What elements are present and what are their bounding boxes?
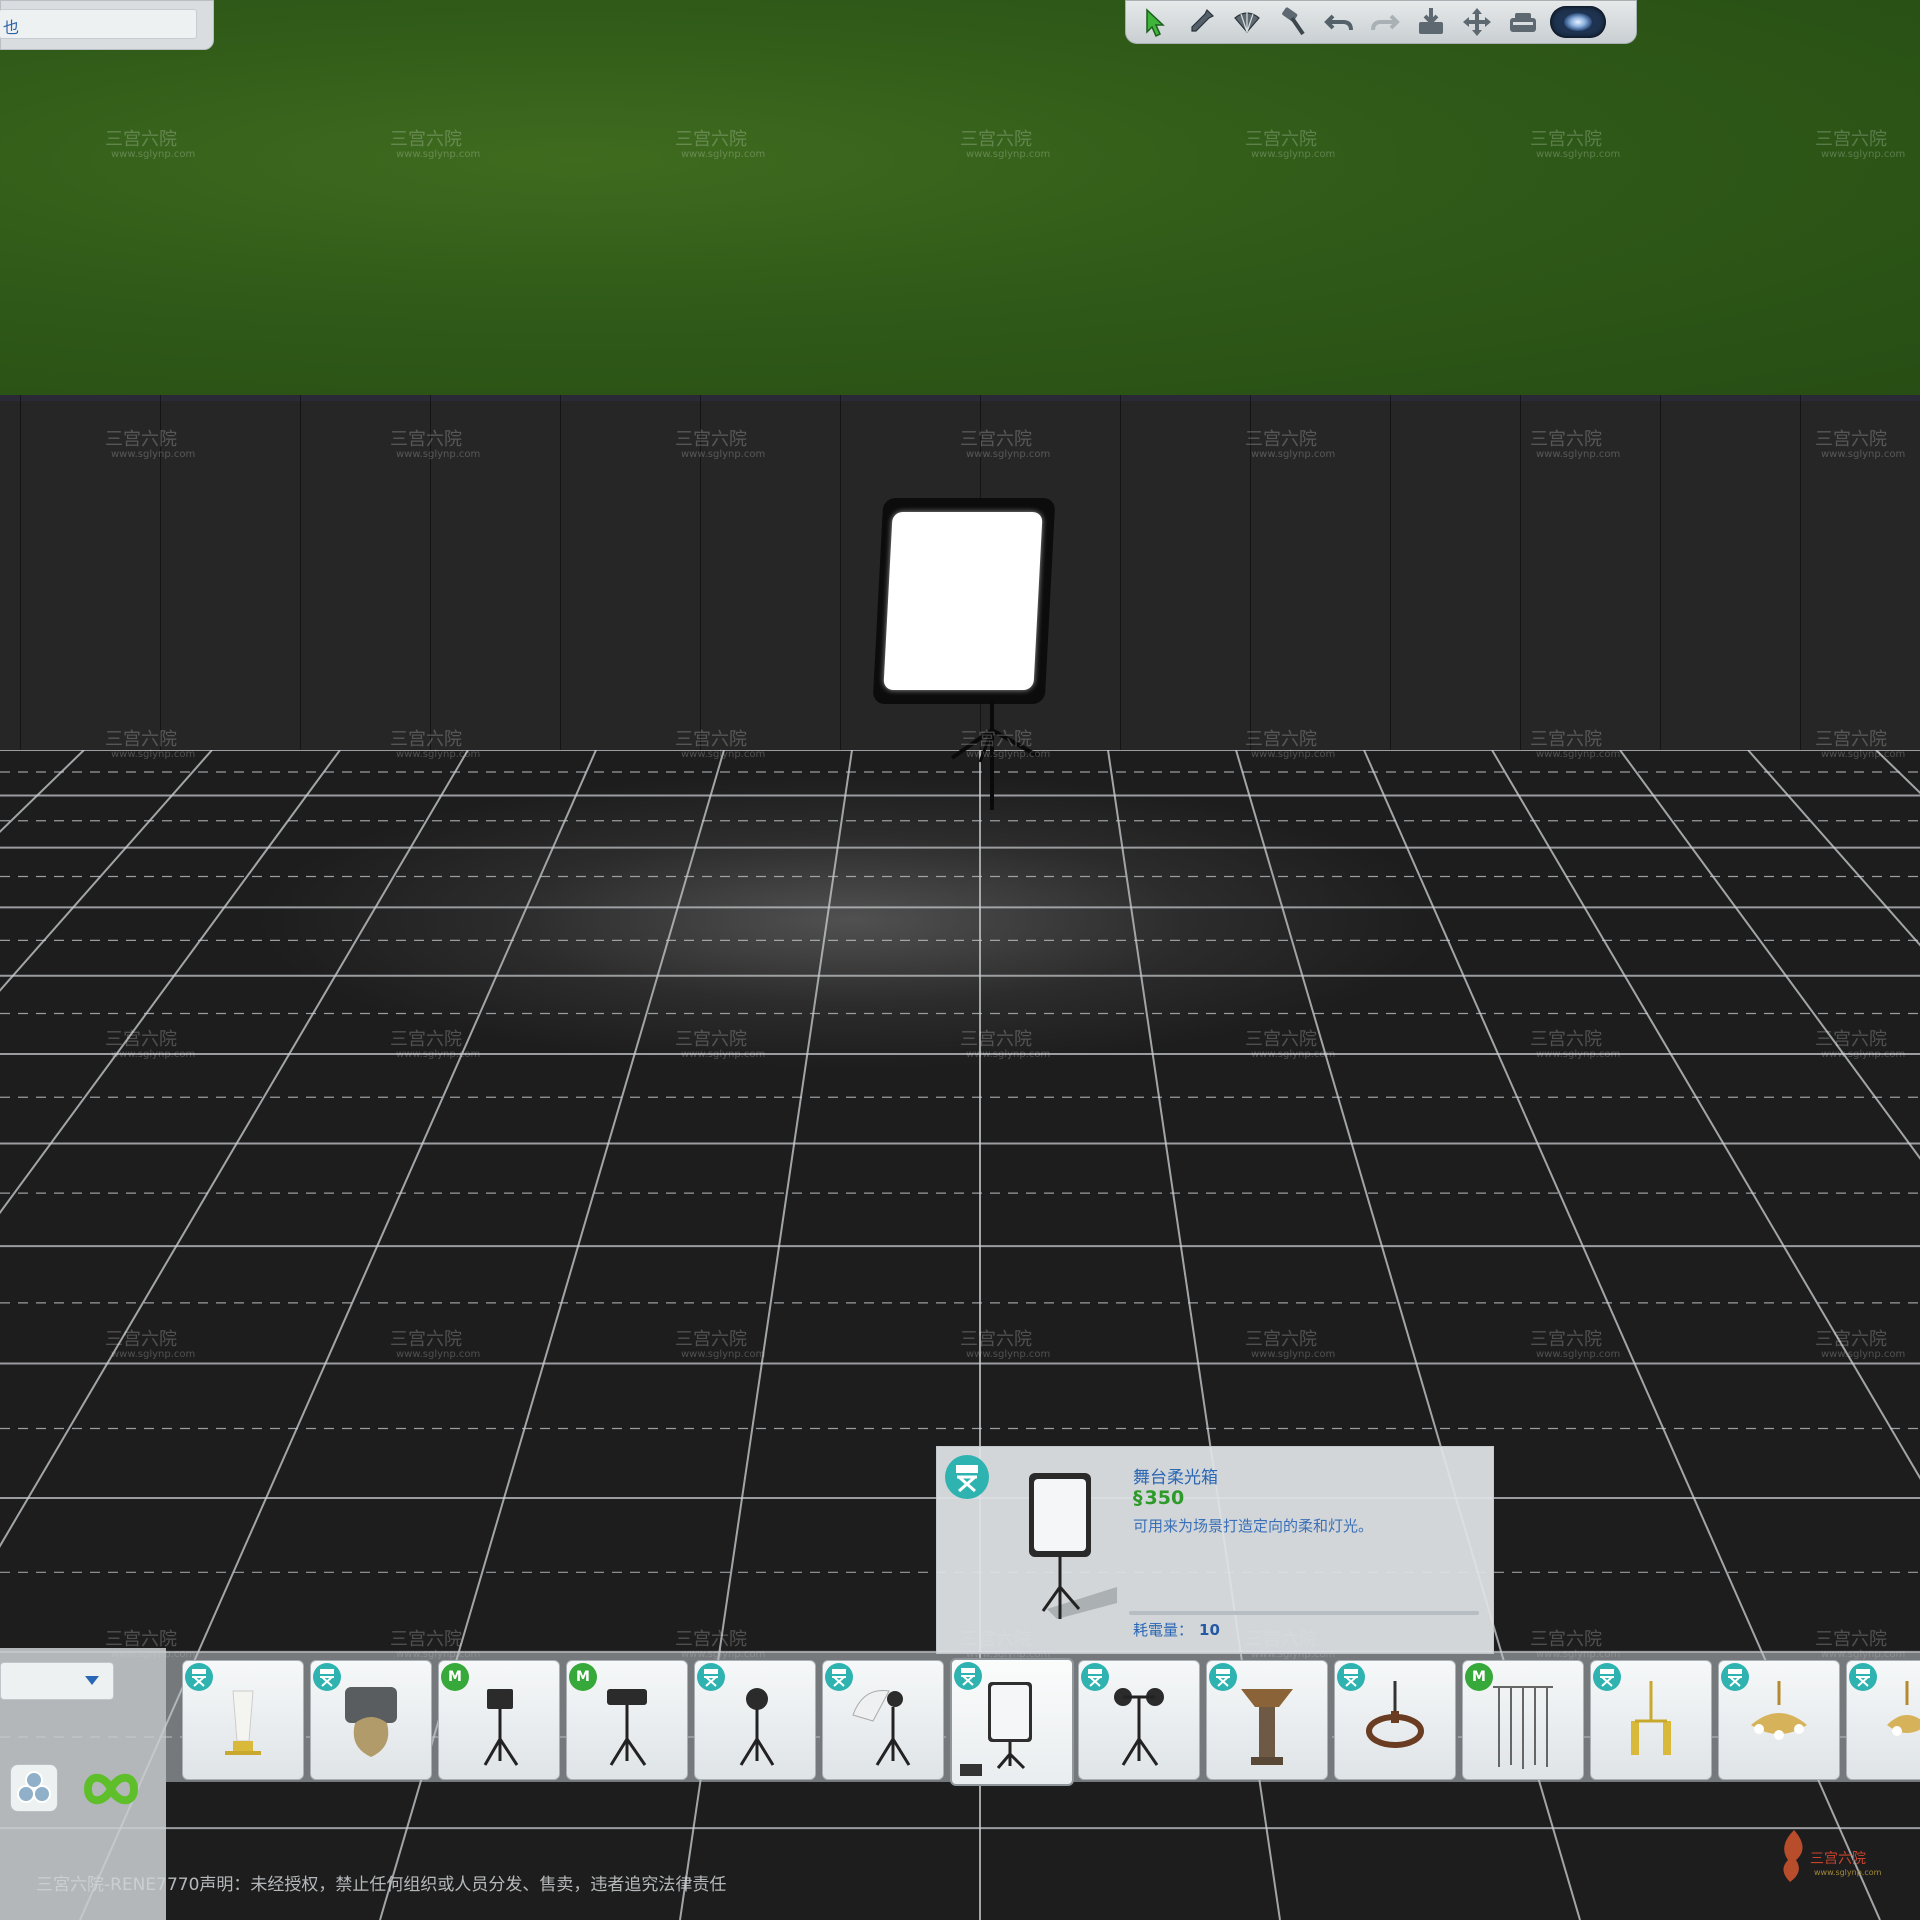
catalog-item-twin-spotlight-stand[interactable] <box>1078 1660 1200 1780</box>
sledgehammer-icon[interactable] <box>1272 3 1314 41</box>
wall-panel-seam <box>1800 395 1801 760</box>
catalog-item-hanging-pipes-light[interactable]: M <box>1462 1660 1584 1780</box>
catalog-item-table-lamp-drum[interactable] <box>310 1660 432 1780</box>
copyright-footer: 三宮六院-RENE7770声明：未经授权，禁止任何组织或人员分发、售卖，违者追究… <box>36 1875 727 1895</box>
wall-panel-seam <box>700 395 701 760</box>
catalog-item-umbrella-light-stand[interactable] <box>822 1660 944 1780</box>
wall-panel-seam <box>20 395 21 760</box>
twin-spotlight-stand-icon <box>1114 1688 1164 1766</box>
barn-door-light-stand-icon <box>607 1689 647 1766</box>
select-arrow-icon[interactable] <box>1134 3 1176 41</box>
object-price: § 350 <box>1133 1487 1184 1509</box>
move-arrows-icon[interactable] <box>1456 3 1498 41</box>
info-divider <box>1129 1611 1479 1615</box>
infinite-money-icon[interactable] <box>82 1764 140 1814</box>
catalog-item-crystal-chandelier[interactable] <box>1718 1660 1840 1780</box>
wall-panel-seam <box>1120 395 1121 760</box>
table-lamp-drum-icon <box>345 1687 397 1757</box>
placed-softbox-object[interactable] <box>872 498 1056 708</box>
save-to-library-icon[interactable] <box>1410 3 1452 41</box>
price-value: 350 <box>1144 1487 1185 1509</box>
catalog-item-led-panel-stand[interactable]: M <box>438 1660 560 1780</box>
top-left-panel: 也 <box>0 0 214 50</box>
undo-icon[interactable] <box>1318 3 1360 41</box>
eyedropper-icon[interactable] <box>1180 3 1222 41</box>
lot-name-field[interactable] <box>0 9 197 39</box>
object-name: 舞台柔光箱 <box>1133 1468 1218 1488</box>
softbox-light-face <box>883 512 1043 690</box>
lawn-background <box>0 0 1920 400</box>
wall-panel-seam <box>840 395 841 760</box>
redo-icon[interactable] <box>1364 3 1406 41</box>
pedestal-torch-lamp-icon <box>1241 1689 1293 1765</box>
wall-panel-seam <box>1250 395 1251 760</box>
gold-chandelier-partial-icon <box>1887 1681 1920 1736</box>
camera-view-icon[interactable] <box>1502 3 1544 41</box>
power-usage: 耗電量： 10 <box>1133 1619 1220 1640</box>
umbrella-light-stand-icon <box>852 1690 911 1766</box>
build-toolbar <box>1125 0 1637 44</box>
catalog-item-chandelier-candle-ring[interactable] <box>1334 1660 1456 1780</box>
wall-panel-seam <box>1390 395 1391 760</box>
gold-sconce-pair-icon <box>1631 1681 1671 1755</box>
design-tool-fan-icon[interactable] <box>1226 3 1268 41</box>
power-label: 耗電量： <box>1133 1621 1194 1639</box>
chandelier-candle-ring-icon <box>1366 1681 1424 1748</box>
director-chair-badge-icon <box>945 1455 989 1499</box>
corner-logo-url: www.sglynp.com <box>1814 1868 1882 1877</box>
wall-panel-seam <box>300 395 301 760</box>
corner-logo: 三宫六院 www.sglynp.com <box>1774 1826 1894 1890</box>
color-swatches-icon <box>17 1771 51 1803</box>
catalog-item-barn-door-light-stand[interactable]: M <box>566 1660 688 1780</box>
object-catalog: MMM <box>166 1652 1920 1786</box>
wall-panel-seam <box>430 395 431 760</box>
crystal-chandelier-icon <box>1751 1681 1807 1740</box>
wall-panel-seam <box>1520 395 1521 760</box>
eye-view-icon[interactable] <box>1548 3 1608 41</box>
object-info-panel: 舞台柔光箱 § 350 可用来为场景打造定向的柔和灯光。 耗電量： 10 <box>936 1446 1494 1654</box>
chevron-down-icon <box>85 1676 99 1685</box>
catalog-item-spotlight-stand[interactable] <box>694 1660 816 1780</box>
wall-panel-seam <box>1660 395 1661 760</box>
wall-panel-seam <box>560 395 561 760</box>
catalog-item-gold-chandelier-partial[interactable] <box>1846 1660 1920 1780</box>
catalog-item-pedestal-torch-lamp[interactable] <box>1206 1660 1328 1780</box>
color-variations-button[interactable] <box>10 1764 58 1812</box>
hanging-pipes-light-icon <box>1493 1686 1553 1769</box>
softbox-thumbnail <box>1029 1473 1117 1619</box>
softbox-stand-icon <box>988 1682 1032 1770</box>
spotlight-stand-icon <box>739 1688 775 1766</box>
catalog-item-floor-lamp-white[interactable] <box>182 1660 304 1780</box>
phoenix-logo-icon <box>1783 1830 1803 1882</box>
softbox-tripod <box>950 700 1039 810</box>
object-description: 可用来为场景打造定向的柔和灯光。 <box>1133 1517 1374 1535</box>
led-panel-stand-icon <box>483 1689 519 1766</box>
floor-lamp-white-icon <box>225 1690 261 1755</box>
catalog-item-gold-sconce-pair[interactable] <box>1590 1660 1712 1780</box>
lot-name-text: 也 <box>3 18 20 37</box>
category-dropdown[interactable] <box>0 1662 114 1700</box>
wall-panel-seam <box>160 395 161 760</box>
corner-logo-text: 三宫六院 <box>1810 1851 1866 1867</box>
selected-indicator <box>960 1764 982 1776</box>
light-glow <box>250 770 1450 1070</box>
power-value: 10 <box>1199 1621 1220 1639</box>
simoleon-symbol: § <box>1133 1487 1143 1509</box>
catalog-item-softbox-stand[interactable] <box>950 1658 1074 1786</box>
